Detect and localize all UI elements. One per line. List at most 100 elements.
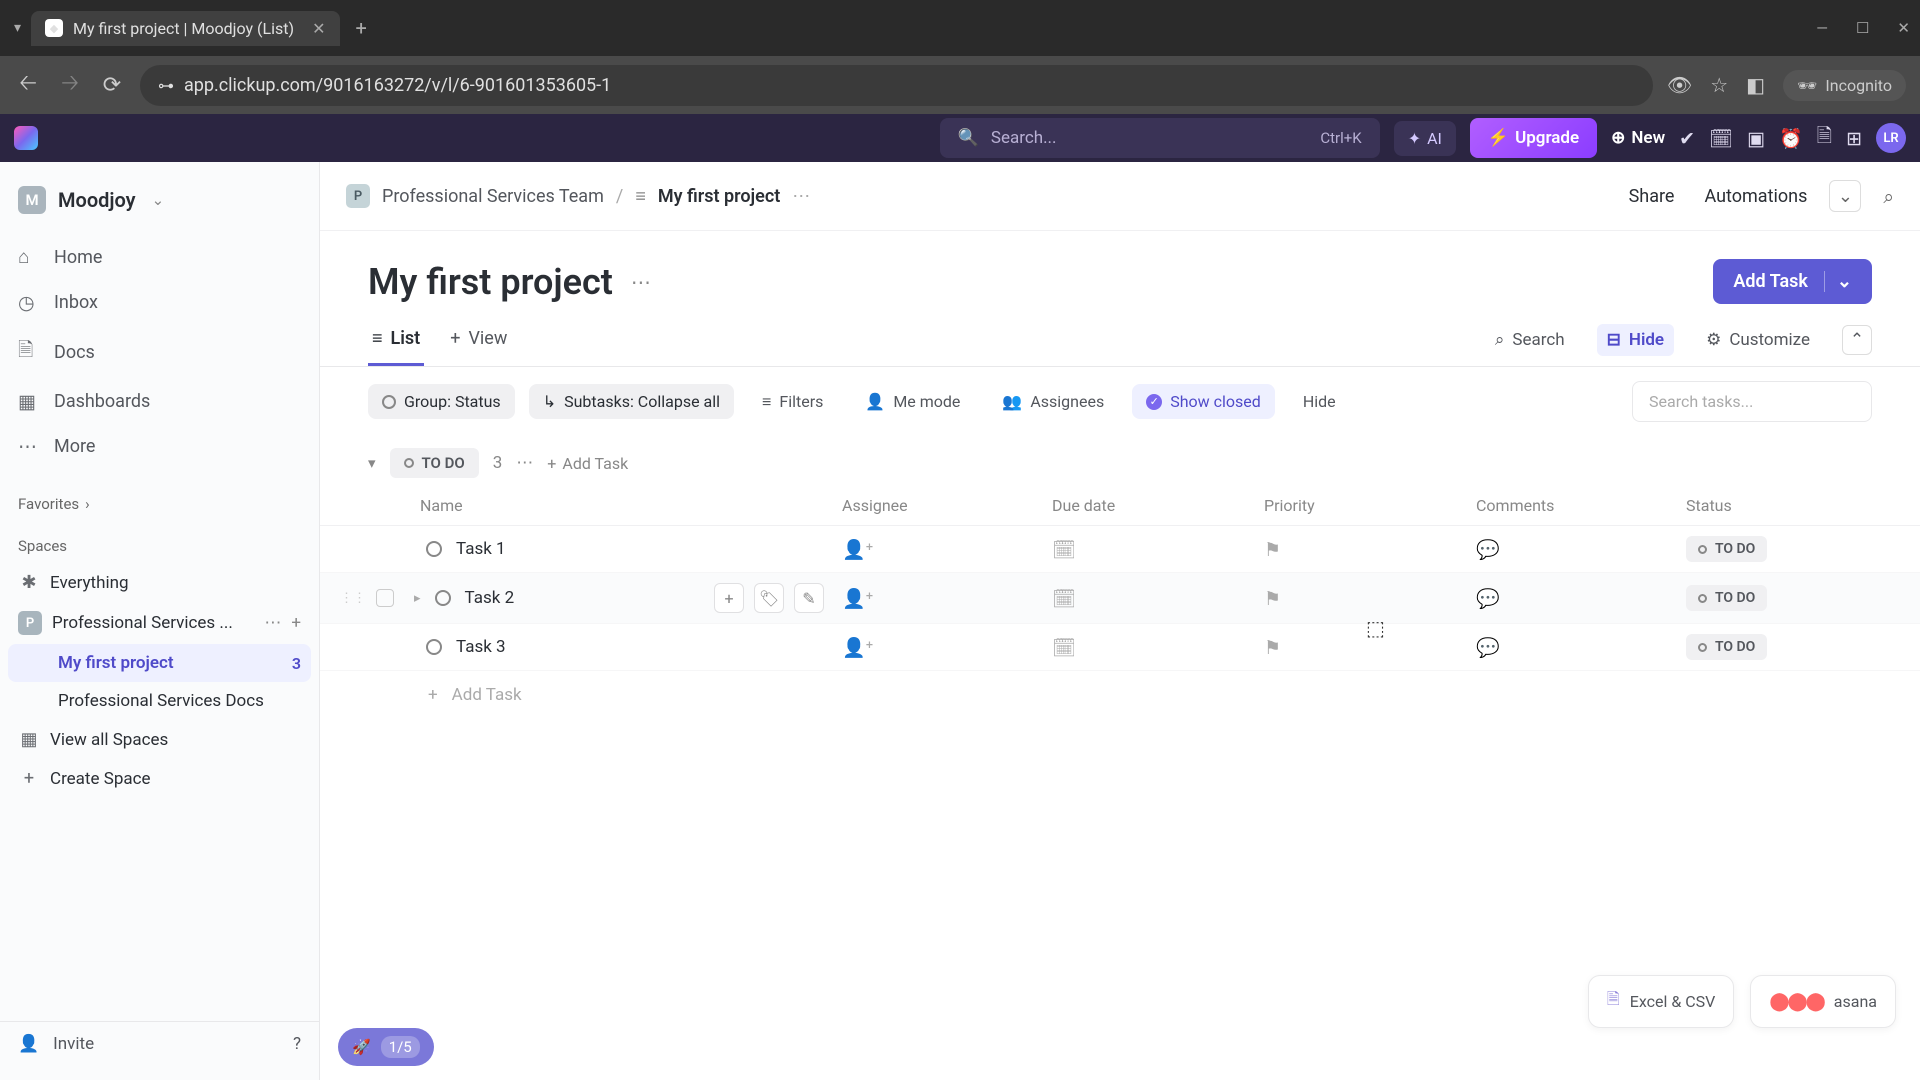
new-tab-button[interactable]: +: [346, 12, 377, 44]
task-row[interactable]: Task 3 👤⁺ 🗓 ⚑ 💬 TO DO: [320, 624, 1920, 671]
task-name[interactable]: Task 2: [465, 588, 515, 608]
assignee-add-icon[interactable]: 👤⁺: [842, 587, 873, 610]
onboarding-progress[interactable]: 🚀 1/5: [338, 1028, 434, 1066]
more-icon[interactable]: ⋯: [792, 186, 810, 207]
apps-icon[interactable]: ⊞: [1846, 127, 1862, 150]
chip-filters[interactable]: ≡Filters: [748, 384, 837, 420]
collapse-icon[interactable]: ⌃: [1842, 325, 1872, 355]
due-date-icon[interactable]: 🗓: [1052, 587, 1076, 610]
video-icon[interactable]: ▣: [1747, 127, 1765, 150]
url-input[interactable]: ⊶ app.clickup.com/9016163272/v/l/6-90160…: [140, 65, 1653, 106]
group-collapse-icon[interactable]: ▾: [368, 454, 376, 472]
maximize-icon[interactable]: ☐: [1856, 19, 1869, 37]
task-status-icon[interactable]: [426, 639, 442, 655]
nav-home[interactable]: ⌂Home: [0, 234, 319, 280]
task-row[interactable]: Task 1 👤⁺ 🗓 ⚑ 💬 TO DO: [320, 526, 1920, 573]
add-task-inline[interactable]: + Add Task: [320, 671, 1920, 719]
due-date-icon[interactable]: 🗓: [1052, 538, 1076, 561]
global-search[interactable]: 🔍 Search... Ctrl+K: [940, 118, 1380, 158]
task-status-icon[interactable]: [435, 590, 451, 606]
title-more-icon[interactable]: ⋯: [631, 270, 651, 294]
add-view-button[interactable]: +View: [446, 314, 511, 366]
task-row[interactable]: ⋮⋮ ▸ Task 2 + 🏷 ✎ 👤⁺ 🗓 ⚑ 💬 TO DO: [320, 573, 1920, 624]
share-button[interactable]: Share: [1629, 186, 1675, 207]
tree-create-space[interactable]: +Create Space: [0, 759, 319, 798]
chip-group[interactable]: Group: Status: [368, 384, 515, 419]
forward-icon[interactable]: 🡢: [56, 66, 84, 104]
site-info-icon[interactable]: ⊶: [158, 76, 174, 95]
breadcrumb-project[interactable]: My first project: [658, 186, 780, 207]
view-search-button[interactable]: ⌕Search: [1485, 324, 1575, 356]
due-date-icon[interactable]: 🗓: [1052, 636, 1076, 659]
browser-tab[interactable]: ◆ My first project | Moodjoy (List) ✕: [31, 11, 339, 46]
col-comments[interactable]: Comments: [1476, 496, 1686, 515]
tree-space-docs[interactable]: Professional Services Docs: [0, 682, 319, 720]
chevron-down-icon[interactable]: ⌄: [1824, 271, 1852, 292]
new-button[interactable]: ⊕ New: [1611, 128, 1665, 148]
task-name[interactable]: Task 3: [456, 637, 506, 657]
nav-more[interactable]: ⋯More: [0, 424, 319, 469]
chip-hide[interactable]: Hide: [1289, 384, 1350, 419]
row-edit-icon[interactable]: ✎: [794, 583, 824, 613]
row-tag-icon[interactable]: 🏷: [754, 583, 784, 613]
reload-icon[interactable]: ⟳: [98, 73, 126, 98]
tab-menu-icon[interactable]: ▾: [10, 16, 25, 40]
automations-button[interactable]: Automations: [1696, 186, 1807, 207]
tree-everything[interactable]: ✱Everything: [0, 563, 319, 602]
comments-icon[interactable]: 💬: [1476, 636, 1500, 659]
col-status[interactable]: Status: [1686, 496, 1872, 515]
back-icon[interactable]: 🡠: [14, 66, 42, 104]
import-excel-button[interactable]: 🗎 Excel & CSV: [1588, 975, 1735, 1028]
favorites-header[interactable]: Favorites›: [0, 479, 319, 521]
group-add-task-button[interactable]: +Add Task: [547, 454, 628, 473]
task-status-icon[interactable]: [426, 541, 442, 557]
add-task-button[interactable]: Add Task ⌄: [1713, 259, 1872, 304]
nav-inbox[interactable]: ◷Inbox: [0, 280, 319, 325]
ai-button[interactable]: ✦ AI: [1394, 121, 1456, 156]
more-icon[interactable]: ⋯: [264, 613, 281, 633]
close-window-icon[interactable]: ✕: [1897, 19, 1910, 37]
view-customize-button[interactable]: ⚙Customize: [1696, 324, 1820, 356]
close-icon[interactable]: ✕: [312, 19, 325, 38]
automations-dropdown[interactable]: ⌄: [1829, 180, 1861, 212]
expand-icon[interactable]: ▸: [414, 591, 421, 606]
status-pill[interactable]: TO DO: [1686, 634, 1767, 660]
view-hide-button[interactable]: ⊟Hide: [1597, 324, 1674, 356]
tree-project-active[interactable]: My first project 3: [8, 644, 311, 682]
comments-icon[interactable]: 💬: [1476, 587, 1500, 610]
eye-off-icon[interactable]: 👁: [1667, 73, 1692, 97]
search-icon[interactable]: ⌕: [1883, 185, 1894, 208]
check-circle-icon[interactable]: ✔: [1679, 127, 1695, 150]
row-checkbox[interactable]: [376, 589, 394, 607]
status-pill[interactable]: TO DO: [1686, 585, 1767, 611]
notepad-icon[interactable]: 🗎: [1817, 122, 1832, 154]
col-assignee[interactable]: Assignee: [842, 496, 1052, 515]
invite-button[interactable]: Invite: [53, 1034, 279, 1054]
view-tab-list[interactable]: ≡List: [368, 314, 424, 366]
panel-icon[interactable]: ◧: [1746, 73, 1765, 97]
incognito-badge[interactable]: 🕶 Incognito: [1783, 70, 1906, 101]
priority-flag-icon[interactable]: ⚑: [1264, 636, 1281, 659]
plus-icon[interactable]: +: [291, 613, 301, 633]
group-status-pill[interactable]: TO DO: [390, 448, 479, 478]
chip-show-closed[interactable]: ✓Show closed: [1132, 384, 1275, 419]
tree-view-all-spaces[interactable]: ▦View all Spaces: [0, 720, 319, 759]
chip-assignees[interactable]: 👥Assignees: [988, 384, 1118, 419]
nav-docs[interactable]: 🗎Docs: [0, 325, 319, 379]
minimize-icon[interactable]: —: [1816, 19, 1828, 37]
task-name[interactable]: Task 1: [456, 539, 506, 559]
comments-icon[interactable]: 💬: [1476, 538, 1500, 561]
user-avatar[interactable]: LR: [1876, 123, 1906, 153]
status-pill[interactable]: TO DO: [1686, 536, 1767, 562]
search-tasks-input[interactable]: Search tasks...: [1632, 381, 1872, 422]
priority-flag-icon[interactable]: ⚑: [1264, 538, 1281, 561]
chip-me-mode[interactable]: 👤Me mode: [851, 384, 974, 419]
breadcrumb-space[interactable]: Professional Services Team: [382, 186, 604, 207]
tree-space[interactable]: P Professional Services ... ⋯+: [0, 602, 319, 644]
star-icon[interactable]: ☆: [1710, 73, 1728, 97]
upgrade-button[interactable]: ⚡ Upgrade: [1470, 118, 1597, 158]
calendar-icon[interactable]: 🗓: [1709, 127, 1733, 150]
priority-flag-icon[interactable]: ⚑: [1264, 587, 1281, 610]
app-logo[interactable]: [14, 126, 38, 150]
col-due-date[interactable]: Due date: [1052, 496, 1264, 515]
